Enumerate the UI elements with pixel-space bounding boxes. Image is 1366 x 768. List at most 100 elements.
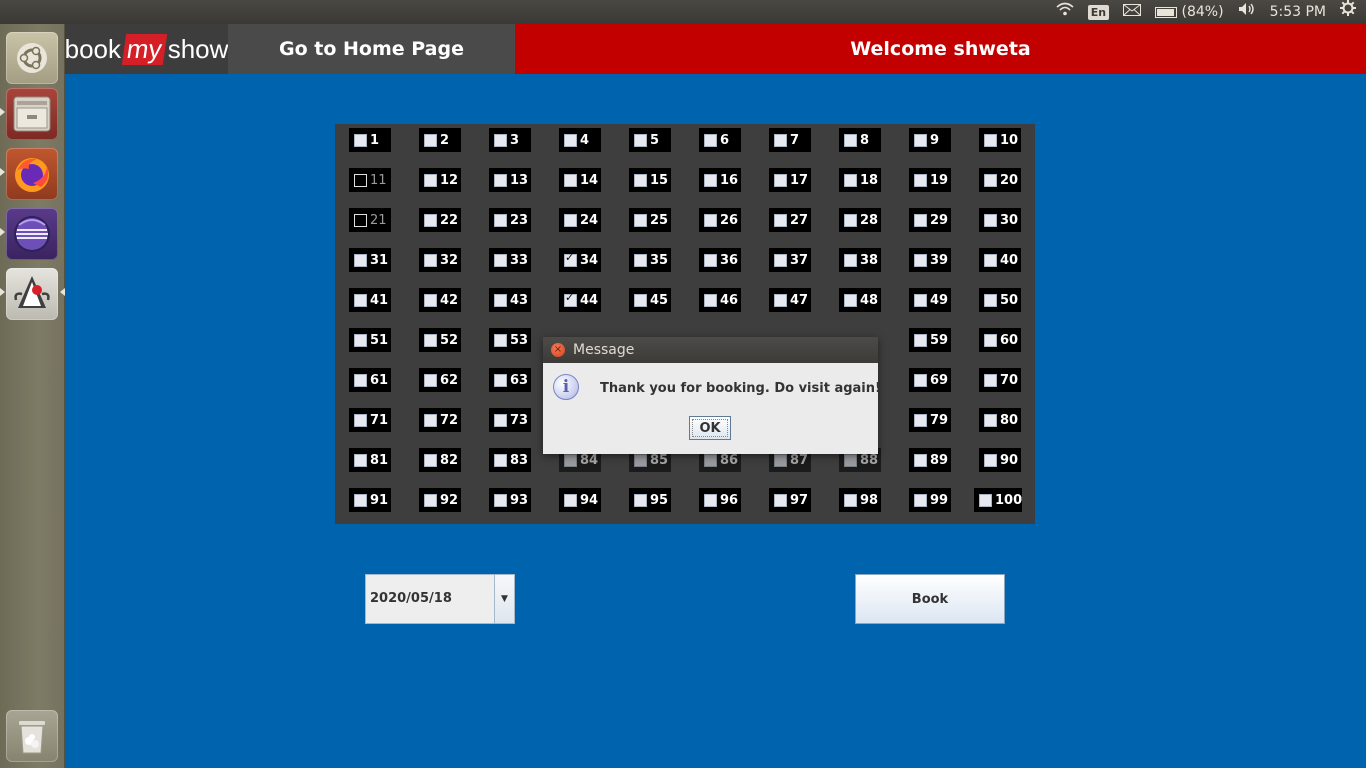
checkbox-box[interactable] xyxy=(984,293,997,307)
wifi-icon[interactable] xyxy=(1056,0,1074,24)
seat-checkbox[interactable]: 26 xyxy=(699,208,741,232)
volume-icon[interactable] xyxy=(1238,0,1256,24)
seat-checkbox[interactable]: 11 xyxy=(349,168,391,192)
seat-checkbox[interactable]: 38 xyxy=(839,248,881,272)
seat-checkbox[interactable]: 10 xyxy=(979,128,1021,152)
seat-checkbox[interactable]: 69 xyxy=(909,368,951,392)
checkbox-box[interactable] xyxy=(984,413,997,427)
checkbox-box[interactable] xyxy=(914,333,927,347)
seat-checkbox[interactable]: 94 xyxy=(559,488,601,512)
seat-checkbox[interactable]: 42 xyxy=(419,288,461,312)
seat-checkbox[interactable]: 51 xyxy=(349,328,391,352)
checkbox-box[interactable] xyxy=(354,133,367,147)
checkbox-box[interactable] xyxy=(564,173,577,187)
seat-checkbox[interactable]: 1 xyxy=(349,128,391,152)
seat-checkbox[interactable]: 72 xyxy=(419,408,461,432)
seat-checkbox[interactable]: 79 xyxy=(909,408,951,432)
seat-checkbox[interactable]: 89 xyxy=(909,448,951,472)
seat-checkbox[interactable]: 9 xyxy=(909,128,951,152)
seat-checkbox[interactable]: 14 xyxy=(559,168,601,192)
seat-checkbox[interactable]: 81 xyxy=(349,448,391,472)
seat-checkbox[interactable]: 59 xyxy=(909,328,951,352)
checkbox-box[interactable] xyxy=(844,173,857,187)
seat-checkbox[interactable]: 98 xyxy=(839,488,881,512)
checkbox-box[interactable] xyxy=(354,213,367,227)
seat-checkbox[interactable]: 60 xyxy=(979,328,1021,352)
checkbox-box[interactable] xyxy=(979,493,992,507)
seat-checkbox[interactable]: 49 xyxy=(909,288,951,312)
checkbox-box[interactable] xyxy=(494,333,507,347)
checkbox-box[interactable] xyxy=(564,453,577,467)
checkbox-box[interactable] xyxy=(984,453,997,467)
checkbox-box[interactable] xyxy=(984,133,997,147)
checkbox-box[interactable] xyxy=(424,213,437,227)
checkbox-box[interactable] xyxy=(704,253,717,267)
checkbox-box[interactable] xyxy=(774,173,787,187)
seat-checkbox[interactable]: 15 xyxy=(629,168,671,192)
checkbox-box[interactable] xyxy=(564,133,577,147)
seat-checkbox[interactable]: 70 xyxy=(979,368,1021,392)
seat-checkbox[interactable]: 62 xyxy=(419,368,461,392)
checkbox-box[interactable] xyxy=(424,293,437,307)
seat-checkbox[interactable]: 8 xyxy=(839,128,881,152)
checkbox-box[interactable] xyxy=(424,173,437,187)
close-icon[interactable]: × xyxy=(551,343,565,357)
checkbox-box[interactable] xyxy=(354,173,367,187)
checkbox-box[interactable] xyxy=(704,293,717,307)
checkbox-box[interactable] xyxy=(704,453,717,467)
seat-checkbox[interactable]: 31 xyxy=(349,248,391,272)
checkbox-box[interactable] xyxy=(914,213,927,227)
checkbox-box[interactable] xyxy=(774,253,787,267)
seat-checkbox[interactable]: 2 xyxy=(419,128,461,152)
seat-checkbox[interactable]: 73 xyxy=(489,408,531,432)
checkbox-box[interactable] xyxy=(774,493,787,507)
checkbox-box[interactable] xyxy=(984,173,997,187)
seat-checkbox[interactable]: 28 xyxy=(839,208,881,232)
seat-checkbox[interactable]: 46 xyxy=(699,288,741,312)
seat-checkbox[interactable]: 100 xyxy=(974,488,1022,512)
checkbox-box[interactable] xyxy=(704,213,717,227)
checkbox-box[interactable] xyxy=(354,413,367,427)
checkbox-box[interactable] xyxy=(424,493,437,507)
checkbox-box[interactable] xyxy=(774,293,787,307)
checkbox-box[interactable] xyxy=(914,173,927,187)
checkbox-box[interactable] xyxy=(634,173,647,187)
ok-button[interactable]: OK xyxy=(689,416,731,440)
checkbox-box[interactable] xyxy=(354,493,367,507)
firefox-icon[interactable] xyxy=(6,148,58,200)
checkbox-box[interactable] xyxy=(704,493,717,507)
seat-checkbox[interactable]: 36 xyxy=(699,248,741,272)
checkbox-box[interactable] xyxy=(634,133,647,147)
checkbox-box[interactable] xyxy=(914,373,927,387)
checkbox-box[interactable] xyxy=(494,253,507,267)
checkbox-box[interactable] xyxy=(564,251,577,267)
seat-checkbox[interactable]: 40 xyxy=(979,248,1021,272)
seat-checkbox[interactable]: 82 xyxy=(419,448,461,472)
checkbox-box[interactable] xyxy=(914,453,927,467)
seat-checkbox[interactable]: 43 xyxy=(489,288,531,312)
checkbox-box[interactable] xyxy=(634,453,647,467)
battery-icon[interactable]: (84%) xyxy=(1155,0,1224,24)
seat-checkbox[interactable]: 96 xyxy=(699,488,741,512)
checkbox-box[interactable] xyxy=(494,493,507,507)
seat-checkbox[interactable]: 45 xyxy=(629,288,671,312)
seat-checkbox[interactable]: 91 xyxy=(349,488,391,512)
checkbox-box[interactable] xyxy=(774,453,787,467)
seat-checkbox[interactable]: 32 xyxy=(419,248,461,272)
seat-checkbox[interactable]: 63 xyxy=(489,368,531,392)
checkbox-box[interactable] xyxy=(494,133,507,147)
seat-checkbox[interactable]: 30 xyxy=(979,208,1021,232)
checkbox-box[interactable] xyxy=(634,293,647,307)
seat-checkbox[interactable]: 5 xyxy=(629,128,671,152)
checkbox-box[interactable] xyxy=(564,493,577,507)
seat-checkbox[interactable]: 48 xyxy=(839,288,881,312)
checkbox-box[interactable] xyxy=(634,213,647,227)
seat-checkbox[interactable]: 83 xyxy=(489,448,531,472)
checkbox-box[interactable] xyxy=(844,213,857,227)
checkbox-box[interactable] xyxy=(494,293,507,307)
seat-checkbox[interactable]: 39 xyxy=(909,248,951,272)
checkbox-box[interactable] xyxy=(914,413,927,427)
seat-checkbox[interactable]: 95 xyxy=(629,488,671,512)
date-dropdown[interactable]: 2020/05/18 ▼ xyxy=(365,574,515,624)
seat-checkbox[interactable]: 12 xyxy=(419,168,461,192)
